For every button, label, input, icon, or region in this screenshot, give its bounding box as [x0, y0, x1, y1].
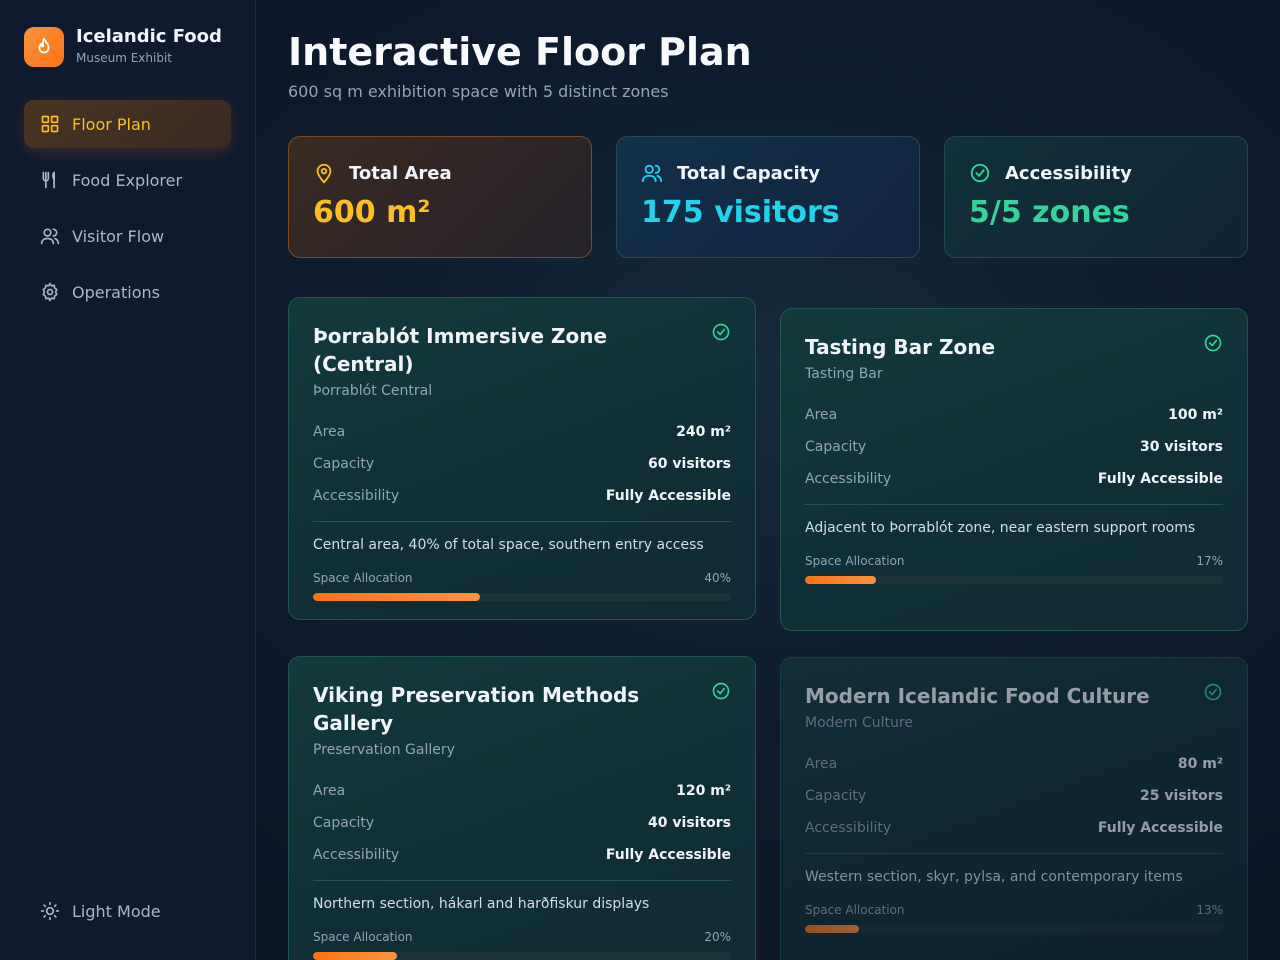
- zone-title: Tasting Bar Zone: [805, 335, 996, 359]
- brand-subtitle: Museum Exhibit: [76, 51, 172, 65]
- zone-description: Northern section, hákarl and harðfiskur …: [313, 896, 650, 912]
- sidebar-item-food-explorer[interactable]: Food Explorer: [24, 156, 231, 204]
- page-subtitle: 600 sq m exhibition space with 5 distinc…: [288, 82, 669, 101]
- check-circle-icon: [969, 161, 993, 185]
- area-value: 80 m²: [1177, 756, 1223, 772]
- check-circle-icon: [1204, 334, 1222, 352]
- zone-description: Central area, 40% of total space, southe…: [313, 537, 704, 553]
- zone-card-thorrablot[interactable]: Þorrablót Immersive Zone (Central) Þorra…: [288, 297, 756, 620]
- zone-card-viking-preservation[interactable]: Viking Preservation Methods Gallery Pres…: [288, 656, 756, 960]
- zone-title: Modern Icelandic Food Culture: [805, 684, 1150, 708]
- capacity-label: Capacity: [313, 456, 375, 472]
- accessibility-value: Fully Accessible: [605, 488, 731, 504]
- flame-icon: [24, 26, 64, 67]
- allocation-bar: [805, 925, 1223, 933]
- allocation-label: Space Allocation: [313, 930, 413, 944]
- allocation-value: 20%: [704, 930, 731, 944]
- gear-icon: [40, 282, 60, 302]
- accessibility-value: Fully Accessible: [1097, 471, 1223, 487]
- allocation-value: 40%: [704, 571, 731, 585]
- stat-card-accessibility: Accessibility 5/5 zones: [944, 136, 1248, 258]
- capacity-value: 25 visitors: [1140, 788, 1223, 804]
- zone-subtitle: Tasting Bar: [805, 366, 883, 382]
- zone-subtitle: Þorrablót Central: [313, 383, 433, 399]
- capacity-value: 30 visitors: [1140, 439, 1223, 455]
- allocation-bar: [313, 952, 731, 960]
- stat-label: Total Capacity: [677, 162, 821, 184]
- sidebar-item-operations[interactable]: Operations: [24, 268, 231, 316]
- accessibility-value: Fully Accessible: [605, 847, 731, 863]
- sidebar-nav: Floor Plan Food Explorer Visitor Flow Op…: [24, 100, 231, 324]
- zone-card-modern-culture[interactable]: Modern Icelandic Food Culture Modern Cul…: [780, 657, 1248, 960]
- sidebar-item-visitor-flow[interactable]: Visitor Flow: [24, 212, 231, 260]
- brand-title: Icelandic Food: [76, 26, 222, 47]
- sidebar-item-floor-plan[interactable]: Floor Plan: [24, 100, 231, 148]
- zone-subtitle: Modern Culture: [805, 715, 913, 731]
- allocation-bar: [805, 576, 1223, 584]
- capacity-value: 40 visitors: [648, 815, 731, 831]
- allocation-label: Space Allocation: [805, 554, 905, 568]
- page-title: Interactive Floor Plan: [288, 30, 752, 74]
- allocation-bar-fill: [805, 925, 860, 933]
- sidebar-item-label: Visitor Flow: [72, 226, 165, 246]
- accessibility-label: Accessibility: [313, 488, 400, 504]
- stat-value: 600 m²: [313, 195, 431, 230]
- allocation-bar: [313, 593, 731, 601]
- allocation-label: Space Allocation: [313, 571, 413, 585]
- area-value: 240 m²: [676, 424, 731, 440]
- light-mode-label: Light Mode: [72, 901, 161, 921]
- accessibility-value: Fully Accessible: [1097, 820, 1223, 836]
- allocation-bar-fill: [805, 576, 877, 584]
- stat-card-total-area: Total Area 600 m²: [288, 136, 592, 258]
- check-circle-icon: [712, 323, 730, 341]
- sidebar-item-label: Floor Plan: [72, 114, 151, 134]
- light-mode-toggle[interactable]: Light Mode: [24, 887, 231, 935]
- capacity-label: Capacity: [805, 439, 867, 455]
- accessibility-label: Accessibility: [313, 847, 400, 863]
- area-value: 100 m²: [1168, 407, 1223, 423]
- stat-value: 175 visitors: [641, 195, 840, 230]
- area-label: Area: [805, 756, 838, 772]
- zone-title: Þorrablót Immersive Zone (Central): [313, 324, 608, 376]
- allocation-bar-fill: [313, 593, 481, 601]
- brand[interactable]: Icelandic Food Museum Exhibit: [24, 26, 222, 67]
- check-circle-icon: [1204, 683, 1222, 701]
- sidebar-item-label: Operations: [72, 282, 160, 302]
- area-label: Area: [313, 783, 346, 799]
- grid-icon: [40, 114, 60, 134]
- zone-subtitle: Preservation Gallery: [313, 742, 455, 758]
- area-label: Area: [805, 407, 838, 423]
- stat-value: 5/5 zones: [969, 195, 1130, 230]
- allocation-value: 13%: [1196, 903, 1223, 917]
- divider: [313, 880, 731, 881]
- users-icon: [40, 226, 60, 246]
- capacity-label: Capacity: [805, 788, 867, 804]
- allocation-label: Space Allocation: [805, 903, 905, 917]
- capacity-label: Capacity: [313, 815, 375, 831]
- divider: [805, 504, 1223, 505]
- area-value: 120 m²: [676, 783, 731, 799]
- divider: [805, 853, 1223, 854]
- zone-card-tasting-bar[interactable]: Tasting Bar Zone Tasting Bar Area 100 m² …: [780, 308, 1248, 631]
- users-icon: [641, 161, 665, 185]
- divider: [313, 521, 731, 522]
- area-label: Area: [313, 424, 346, 440]
- sidebar-item-label: Food Explorer: [72, 170, 183, 190]
- accessibility-label: Accessibility: [805, 820, 892, 836]
- zone-title: Viking Preservation Methods Gallery: [313, 683, 640, 735]
- stat-card-total-capacity: Total Capacity 175 visitors: [616, 136, 920, 258]
- stat-label: Total Area: [349, 162, 452, 184]
- stat-label: Accessibility: [1005, 162, 1132, 184]
- sidebar: Icelandic Food Museum Exhibit Floor Plan…: [0, 0, 256, 960]
- accessibility-label: Accessibility: [805, 471, 892, 487]
- sun-icon: [40, 901, 60, 921]
- capacity-value: 60 visitors: [648, 456, 731, 472]
- utensils-icon: [40, 170, 60, 190]
- check-circle-icon: [712, 682, 730, 700]
- allocation-value: 17%: [1196, 554, 1223, 568]
- zone-description: Adjacent to Þorrablót zone, near eastern…: [805, 520, 1196, 536]
- zone-description: Western section, skyr, pylsa, and contem…: [805, 869, 1183, 885]
- allocation-bar-fill: [313, 952, 397, 960]
- map-pin-icon: [313, 161, 337, 185]
